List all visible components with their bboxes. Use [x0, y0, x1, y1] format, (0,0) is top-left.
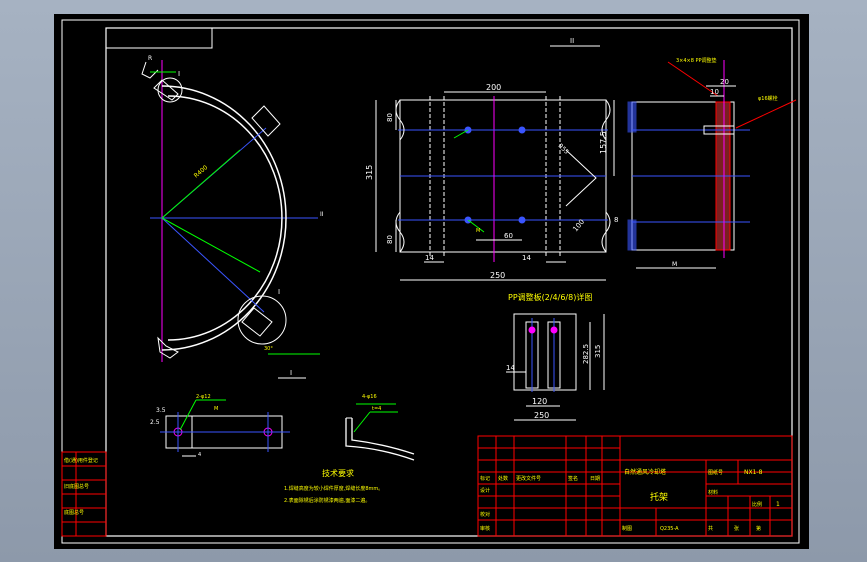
tb-qty-label: 处数	[498, 475, 508, 482]
side-dim-20: 20	[720, 78, 729, 86]
tb-project: 自然通风冷却塔	[624, 468, 666, 476]
front-dim-315: 315	[365, 165, 374, 180]
detail-dim-282-5: 282.5	[582, 344, 590, 364]
tech-line-1: 1.焊缝高度为较小焊件厚度,焊缝长度8mm。	[284, 485, 383, 492]
left-strip-label-2: 旧底图总号	[64, 483, 89, 490]
tech-line-2: 2.表面除锈后涂防锈漆两遍,面漆二遍。	[284, 497, 370, 504]
small-hole-sub: M	[214, 406, 218, 412]
small-dim-4: 4	[198, 452, 201, 458]
left-strip-label-1: 借(通)用件登记	[64, 457, 98, 464]
front-hole-mark: M	[476, 228, 480, 234]
tb-check-label: 校对	[480, 511, 490, 518]
tb-design-label: 设计	[480, 487, 490, 494]
side-label-right: φ16螺栓	[758, 95, 778, 102]
bent-note: 4-φ16	[362, 394, 377, 400]
tb-sheet-b: 第	[756, 525, 761, 532]
tb-sheet-a: 张	[734, 525, 739, 532]
tb-drawing-no: NX1-8	[744, 469, 763, 476]
tech-title: 技术要求	[322, 468, 354, 478]
drawing-sheet	[54, 14, 809, 549]
tb-change-label: 更改文件号	[516, 475, 541, 482]
side-base-label: M	[672, 261, 677, 268]
tb-code: Q235-A	[660, 526, 679, 532]
front-section-label: II	[570, 37, 574, 45]
small-hole-note: 2-φ12	[196, 394, 211, 400]
front-dim-14-right: 14	[522, 254, 531, 262]
side-note: 3×4×8 PP调整垫	[676, 57, 717, 64]
tb-sheet-label: 共	[708, 525, 713, 532]
tb-sign-label: 签名	[568, 475, 578, 482]
tb-rev-label: 标记	[480, 475, 490, 482]
front-dim-80-top: 80	[386, 113, 394, 122]
front-dim-60: 60	[504, 232, 513, 240]
tb-material-label: 材料	[708, 489, 718, 496]
front-dim-14-left: 14	[425, 254, 434, 262]
small-dim-3-5: 3.5	[156, 407, 166, 414]
detail-dim-315: 315	[594, 345, 602, 358]
ring-top-arrow: R	[148, 55, 152, 62]
ring-bottom-note: 30°	[264, 346, 273, 352]
front-dim-200: 200	[486, 83, 501, 92]
front-dim-250: 250	[490, 271, 505, 280]
front-dim-157-5: 157.5	[599, 131, 608, 154]
detail-dim-14: 14	[506, 364, 515, 372]
tb-scale-label: 比例	[752, 501, 762, 508]
tb-date-label: 日期	[590, 476, 600, 482]
detail-dim-250: 250	[534, 411, 549, 420]
ring-detail-mark-top: I	[178, 70, 180, 78]
small-dim-2-5: 2.5	[150, 419, 160, 426]
ring-section-label: I	[290, 369, 292, 377]
side-dim-8: 8	[614, 216, 618, 224]
tb-draw-label: 制图	[622, 525, 632, 532]
detail-dim-120: 120	[532, 397, 547, 406]
side-dim-10: 10	[710, 88, 719, 96]
ring-axis-mark: II	[320, 211, 324, 218]
left-strip-label-3: 底图总号	[64, 509, 84, 516]
front-dim-80-bot: 80	[386, 235, 394, 244]
bent-sub: t=4	[372, 406, 381, 412]
ring-detail-mark-bottom: I	[278, 288, 280, 296]
tb-approve-label: 审核	[480, 525, 490, 532]
tb-scale: 1	[776, 501, 780, 508]
detail-plate-title: PP调整板(2/4/6/8)详图	[508, 292, 592, 302]
tb-drawing-no-label: 图纸号	[708, 469, 723, 476]
tb-part-name: 托架	[650, 491, 668, 503]
cad-drawing-canvas: 借(通)用件登记 旧底图总号 底图总号 I I II R400 30° R I	[54, 14, 809, 549]
